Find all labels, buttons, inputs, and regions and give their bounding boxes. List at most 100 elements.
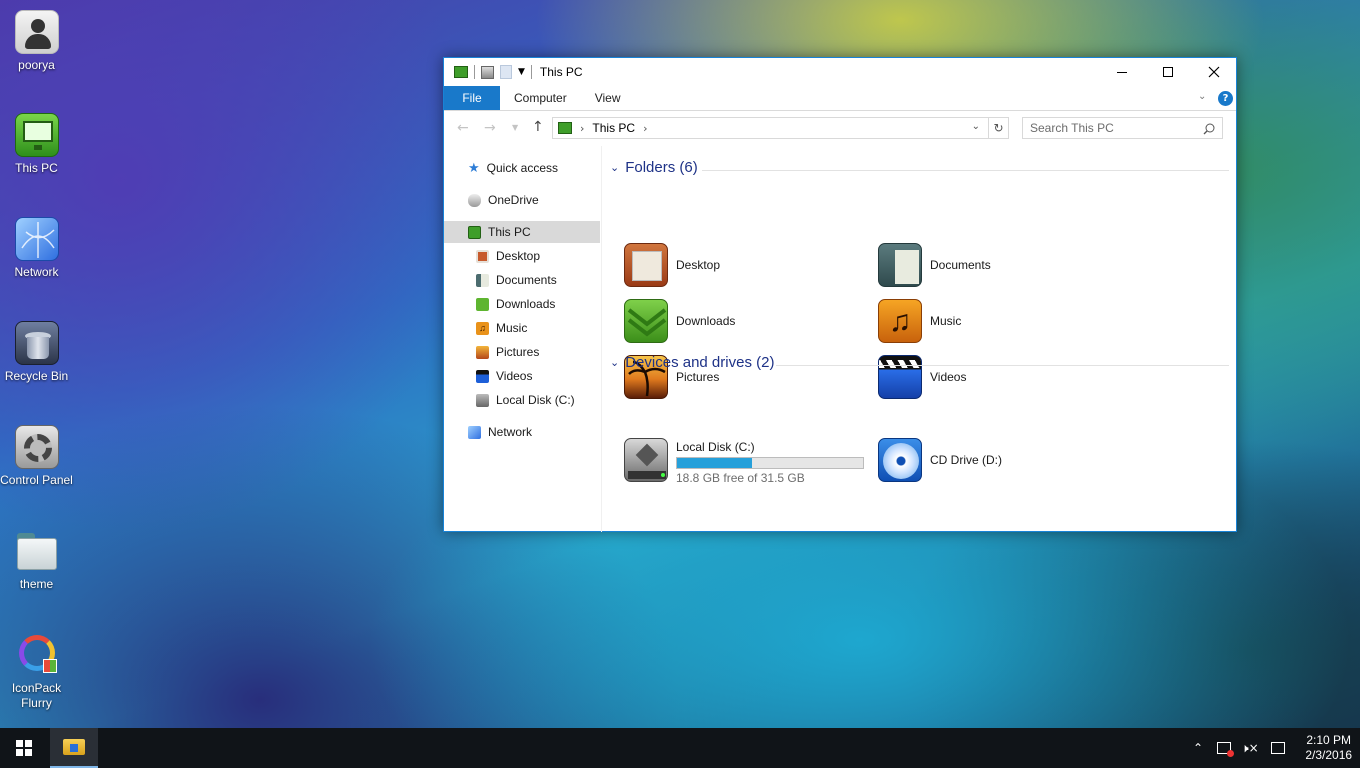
nav-item-label: Network (488, 425, 533, 439)
nav-item-downloads[interactable]: Downloads (476, 293, 555, 315)
desktop-icon-control-panel[interactable]: Control Panel (0, 425, 73, 488)
nav-item-label: Pictures (496, 345, 540, 359)
windows-logo-icon (16, 740, 32, 756)
maximize-icon (1163, 67, 1173, 77)
breadcrumb-separator-icon[interactable]: › (643, 122, 647, 135)
drive-tile-local-disk[interactable]: Local Disk (C:) 18.8 GB free of 31.5 GB (624, 438, 864, 485)
desktop-folder-icon (476, 249, 489, 263)
nav-item-onedrive[interactable]: OneDrive (468, 189, 539, 211)
taskbar-file-explorer[interactable] (50, 728, 98, 768)
documents-folder-icon (878, 243, 922, 287)
search-placeholder: Search This PC (1030, 121, 1114, 135)
nav-item-label: Desktop (496, 249, 541, 263)
nav-item-music[interactable]: ♫ Music (476, 317, 527, 339)
monitor-icon (468, 225, 481, 239)
tab-file[interactable]: File (444, 86, 500, 110)
desktop-icon-label: IconPack Flurry (11, 681, 62, 710)
desktop-icon-label: This PC (15, 161, 58, 175)
this-pc-small-icon (454, 66, 468, 78)
recent-locations-icon[interactable]: ▼ (512, 123, 518, 132)
drive-usage-fill (677, 458, 752, 468)
customize-toolbar-icon[interactable]: ▼ (518, 67, 525, 77)
drive-info: Local Disk (C:) 18.8 GB free of 31.5 GB (676, 438, 864, 485)
desktop-icon-label: Control Panel (0, 473, 73, 487)
volume-muted-icon[interactable]: 🕨× (1241, 741, 1259, 756)
folder-tile-desktop[interactable]: Desktop (624, 243, 720, 287)
folder-tile-documents[interactable]: Documents (878, 243, 991, 287)
drive-label: Local Disk (C:) (676, 440, 755, 454)
nav-item-desktop[interactable]: Desktop (476, 245, 540, 267)
system-tray: ⌃ 🕨× 2:10 PM 2/3/2016 (1193, 728, 1359, 768)
refresh-icon: ↻ (993, 121, 1004, 135)
nav-item-label: Videos (496, 369, 533, 383)
minimize-icon (1117, 71, 1127, 73)
desktop-icon-this-pc[interactable]: This PC (0, 113, 73, 176)
downloads-folder-icon (476, 297, 489, 311)
star-icon: ★ (468, 160, 480, 175)
clock[interactable]: 2:10 PM 2/3/2016 (1299, 733, 1359, 763)
nav-item-pictures[interactable]: Pictures (476, 341, 539, 363)
nav-item-label: Quick access (486, 161, 559, 175)
nav-item-quick-access[interactable]: ★ Quick access (468, 157, 558, 179)
breadcrumb-separator-icon[interactable]: › (580, 122, 584, 135)
address-dropdown-icon[interactable]: ⌄ (972, 121, 980, 132)
hard-drive-icon (624, 438, 668, 482)
expand-ribbon-icon[interactable]: ⌄ (1198, 91, 1206, 102)
action-center-icon[interactable] (1270, 742, 1285, 754)
start-button[interactable] (0, 728, 48, 768)
drive-tile-cd-drive[interactable]: CD Drive (D:) (878, 438, 1002, 482)
properties-icon[interactable] (481, 65, 494, 79)
folder-label: Downloads (676, 314, 736, 328)
search-input[interactable]: Search This PC (1022, 117, 1223, 139)
title-bar[interactable]: ▼ This PC (444, 58, 1236, 86)
nav-item-label: Documents (496, 273, 557, 287)
breadcrumb-this-pc[interactable]: This PC (592, 121, 635, 135)
desktop-icon-theme[interactable]: theme (0, 529, 73, 592)
minimize-button[interactable] (1099, 58, 1145, 86)
tab-view[interactable]: View (581, 86, 635, 110)
desktop-icon-recycle-bin[interactable]: Recycle Bin (0, 321, 73, 384)
refresh-button[interactable]: ↻ (989, 117, 1009, 139)
help-icon[interactable]: ? (1218, 91, 1233, 106)
folder-label: Music (930, 314, 962, 328)
up-icon[interactable]: ↑ (532, 119, 544, 135)
folder-tile-downloads[interactable]: Downloads (624, 299, 735, 343)
forward-icon[interactable]: → (484, 120, 496, 136)
downloads-folder-icon (624, 299, 668, 343)
close-button[interactable] (1191, 58, 1237, 86)
drive-usage-bar (676, 457, 864, 469)
folder-tile-videos[interactable]: Videos (878, 355, 966, 399)
back-icon[interactable]: ← (457, 120, 469, 136)
devices-group-header[interactable]: ⌄ Devices and drives (2) (610, 354, 774, 371)
folders-group-header[interactable]: ⌄ Folders (6) (610, 159, 698, 176)
nav-item-local-disk[interactable]: Local Disk (C:) (476, 389, 575, 411)
collapse-chevron-icon: ⌄ (610, 357, 620, 369)
documents-folder-icon (476, 273, 489, 287)
search-icon (1203, 123, 1215, 135)
desktop-icon-user[interactable]: poorya (0, 10, 73, 73)
new-folder-icon[interactable] (500, 65, 512, 79)
ribbon-tabs: File Computer View ⌄ ? (444, 86, 1236, 111)
desktop-icon-iconpack[interactable]: IconPack Flurry (0, 633, 73, 711)
nav-item-network[interactable]: Network (468, 421, 532, 443)
music-folder-icon: ♫ (878, 299, 922, 343)
taskbar: ⌃ 🕨× 2:10 PM 2/3/2016 (0, 728, 1360, 768)
explorer-window: ▼ This PC File Computer View ⌄ ? ← → ▼ ↑… (443, 57, 1237, 532)
address-bar[interactable]: › This PC › ⌄ (552, 117, 989, 139)
nav-item-videos[interactable]: Videos (476, 365, 532, 387)
nav-item-this-pc[interactable]: This PC (444, 221, 600, 243)
network-status-icon[interactable] (1217, 742, 1235, 757)
group-divider (776, 365, 1229, 366)
tab-computer[interactable]: Computer (500, 86, 581, 110)
show-hidden-icons-icon[interactable]: ⌃ (1193, 741, 1203, 755)
folder-tile-music[interactable]: ♫ Music (878, 299, 961, 343)
maximize-button[interactable] (1145, 58, 1191, 86)
folder-label: Desktop (676, 258, 721, 272)
desktop-icon-network[interactable]: Network (0, 217, 73, 280)
nav-item-documents[interactable]: Documents (476, 269, 557, 291)
desktop-folder-icon (624, 243, 668, 287)
network-icon (14, 217, 59, 261)
pictures-folder-icon (476, 345, 489, 359)
content-area: ⌄ Folders (6) Desktop Documents Download… (604, 146, 1236, 531)
drive-free-text: 18.8 GB free of 31.5 GB (676, 471, 805, 485)
